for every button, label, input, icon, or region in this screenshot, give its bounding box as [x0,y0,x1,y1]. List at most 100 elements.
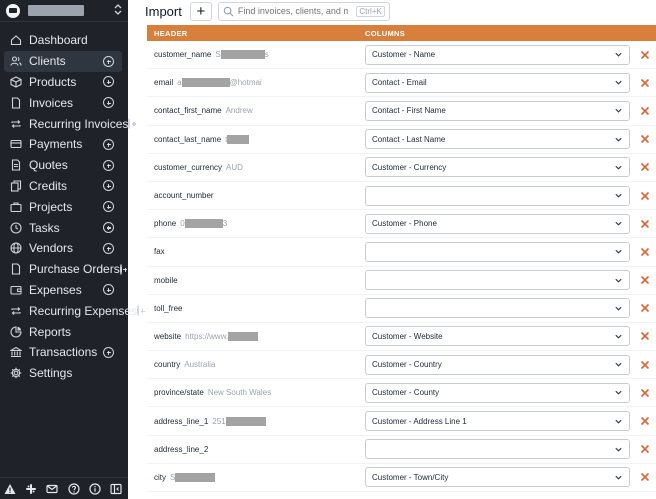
add-circle-icon[interactable] [137,305,145,317]
sidebar-item-label: Purchase Orders [29,262,120,277]
column-mapping-select[interactable]: Customer - County [365,382,630,403]
column-mapping-select[interactable]: Customer - Name [365,44,630,65]
column-mapping-select[interactable]: Contact - First Name [365,100,630,121]
column-mapping-select[interactable]: Contact - Last Name [365,129,630,150]
column-mapping-select[interactable]: Customer - Currency [365,157,630,178]
add-circle-icon[interactable] [103,346,114,358]
wallet-icon [10,284,22,296]
sidebar-item-clients[interactable]: Clients [4,50,122,72]
remove-mapping-icon[interactable] [639,246,651,258]
select-value: Customer - Name [372,50,436,60]
chevron-down-icon [614,78,623,87]
remove-mapping-icon[interactable] [639,471,651,483]
column-mapping-select[interactable]: Customer - Phone [365,213,630,234]
remove-mapping-icon[interactable] [639,302,651,314]
chevron-down-icon [614,360,623,369]
select-value: Contact - First Name [372,106,446,116]
remove-mapping-icon[interactable] [639,415,651,427]
sidebar-item-recurring-invoices[interactable]: Recurring Invoices [4,113,136,134]
column-mapping-select[interactable] [365,270,630,291]
sidebar-item-expenses[interactable]: Expenses [4,280,122,301]
remove-mapping-icon[interactable] [639,274,651,286]
select-value: Customer - Currency [372,162,447,172]
slack-icon[interactable] [25,483,37,495]
sidebar-item-products[interactable]: Products [4,72,122,93]
field-name: city [154,472,166,482]
add-circle-icon[interactable] [103,180,114,192]
sidebar-item-label: Vendors [29,241,74,256]
sidebar-item-transactions[interactable]: Transactions [4,342,122,363]
field-name: country [154,360,181,370]
sidebar-item-purchase-orders[interactable]: Purchase Orders [4,259,128,280]
sidebar-item-dashboard[interactable]: Dashboard [4,30,122,51]
search-shortcut-badge: Ctrl+K [356,5,385,17]
chevron-down-icon [614,388,623,397]
chevron-down-icon [614,445,623,454]
remove-mapping-icon[interactable] [639,77,651,89]
sidebar-item-invoices[interactable]: Invoices [4,92,122,113]
sample-value: Australia [184,360,215,369]
column-mapping-select[interactable]: Customer - Country [365,354,630,375]
sidebar-item-tasks[interactable]: Tasks [4,217,122,238]
redaction-bar [228,331,259,341]
table-row: customer_name Ss Customer - Name [147,41,656,70]
add-circle-icon[interactable] [119,263,128,275]
add-circle-icon[interactable] [103,97,114,109]
column-mapping-select[interactable] [365,439,630,460]
add-circle-icon[interactable] [103,222,114,234]
add-circle-icon[interactable] [103,284,114,296]
add-circle-icon[interactable] [128,118,136,130]
remove-mapping-icon[interactable] [639,330,651,342]
add-circle-icon[interactable] [103,76,114,88]
column-mapping-select[interactable] [365,298,630,319]
add-circle-icon[interactable] [103,242,114,254]
remove-mapping-icon[interactable] [639,218,651,230]
add-circle-icon[interactable] [103,55,114,67]
remove-mapping-icon[interactable] [639,49,651,61]
warning-icon[interactable] [4,483,16,495]
remove-mapping-icon[interactable] [639,359,651,371]
sidebar-item-projects[interactable]: Projects [4,196,122,217]
column-mapping-select[interactable]: Customer - Address Line 1 [365,411,630,432]
column-mapping-select[interactable] [365,185,630,206]
search-box[interactable]: Ctrl+K [217,1,390,21]
add-button[interactable]: + [189,1,212,21]
remove-mapping-icon[interactable] [639,105,651,117]
sidebar-item-recurring-expenses[interactable]: Recurring Expenses [4,300,145,321]
remove-mapping-icon[interactable] [639,190,651,202]
help-icon[interactable] [67,482,80,495]
sidebar-item-quotes[interactable]: Quotes [4,155,122,176]
gear-icon [10,367,22,379]
column-mapping-select[interactable]: Contact - Email [365,72,630,93]
sample-text: Andrew [225,106,253,116]
sidebar-item-credits[interactable]: Credits [4,176,122,197]
sidebar-item-label: Projects [29,199,73,214]
remove-mapping-icon[interactable] [639,161,651,173]
company-switcher[interactable] [0,0,128,22]
info-icon[interactable] [89,482,101,495]
remove-mapping-icon[interactable] [639,443,651,455]
collapse-sidebar-icon[interactable] [110,483,122,495]
sidebar-item-label: Credits [29,178,68,193]
search-input[interactable] [237,6,348,16]
field-name: account_number [154,191,214,201]
sidebar-item-payments[interactable]: Payments [4,134,122,155]
column-mapping-select[interactable] [365,241,630,262]
add-circle-icon[interactable] [103,138,114,150]
mail-icon[interactable] [46,483,58,495]
sidebar-item-reports[interactable]: Reports [4,321,122,342]
add-circle-icon[interactable] [103,201,114,213]
column-mapping-select[interactable]: Customer - Website [365,326,630,347]
remove-mapping-icon[interactable] [639,133,651,145]
header-cell: address_line_2 [147,445,365,454]
sidebar-item-vendors[interactable]: Vendors [4,238,122,259]
add-circle-icon[interactable] [103,159,114,171]
chevron-down-icon [614,106,623,115]
bank-icon [10,346,22,358]
remove-mapping-icon[interactable] [639,387,651,399]
column-mapping-select[interactable]: Customer - Town/City [365,467,630,488]
field-name: email [154,78,174,88]
sidebar-item-settings[interactable]: Settings [4,363,122,384]
home-icon [10,34,22,46]
chevron-up-down-icon[interactable] [114,4,122,17]
